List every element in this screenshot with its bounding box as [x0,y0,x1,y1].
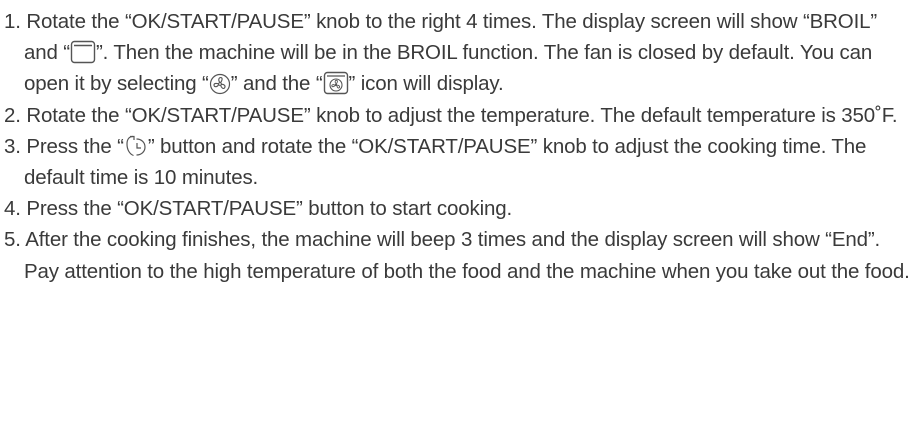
step-4: 4. Press the “OK/START/PAUSE” button to … [4,193,916,224]
step-2: 2. Rotate the “OK/START/PAUSE” knob to a… [4,100,916,131]
step-3-text-a: 3. Press the “ [4,134,124,158]
fan-display-icon [323,71,349,95]
timer-button-icon [124,134,148,158]
fan-button-icon [209,73,231,95]
step-2-text: 2. Rotate the “OK/START/PAUSE” knob to a… [4,103,898,127]
step-3: 3. Press the “” button and rotate the “O… [4,131,916,193]
step-1: 1. Rotate the “OK/START/PAUSE” knob to t… [4,6,916,100]
step-5: 5. After the cooking finishes, the machi… [4,224,916,286]
broil-element-icon [70,40,96,64]
step-1-text-c: ” and the “ [230,72,323,96]
step-1-text-d: ” icon will display. [348,72,504,96]
step-3-text-b: ” button and rotate the “OK/START/PAUSE”… [24,134,867,190]
instruction-steps: 1. Rotate the “OK/START/PAUSE” knob to t… [4,6,916,287]
step-5-text: 5. After the cooking finishes, the machi… [4,228,910,283]
step-4-text: 4. Press the “OK/START/PAUSE” button to … [4,197,513,221]
